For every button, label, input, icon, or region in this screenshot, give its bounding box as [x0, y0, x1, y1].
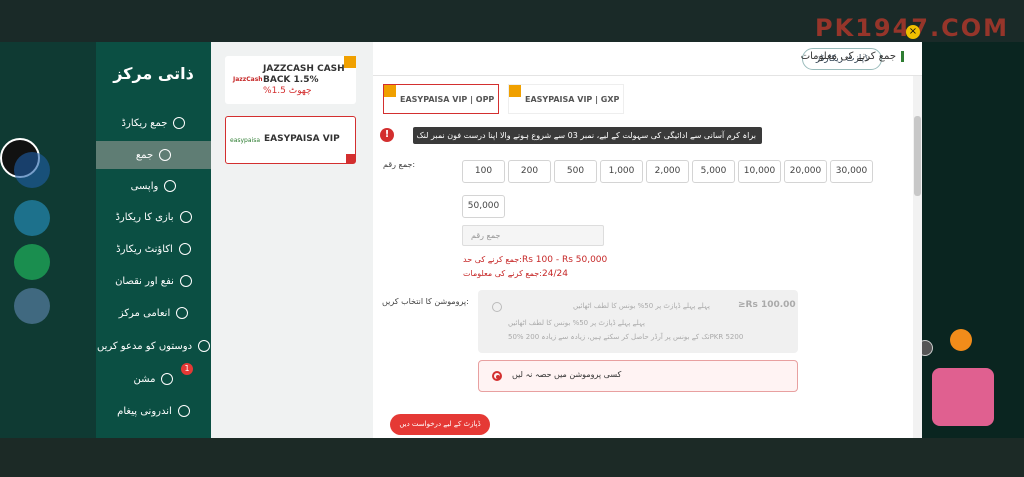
sidebar-item-label: مشن	[133, 373, 156, 385]
gift-box-icon[interactable]	[932, 368, 994, 426]
channel-cashback: %چھوٹ 1.5	[263, 86, 312, 96]
sidebar-item-rewards[interactable]: انعامی مرکز	[96, 299, 211, 327]
limit-label: جمع کرنے کی حد:	[463, 255, 522, 264]
support-icon[interactable]	[14, 288, 50, 324]
personal-center-modal: ذاتی مرکز جمع ریکارڈ جمع واپسی بازی کا ر…	[96, 42, 922, 438]
promo-option-none[interactable]: کسی پروموشن میں حصہ نہ لیں	[478, 360, 798, 392]
limit-value: Rs 100 - Rs 50,000	[522, 255, 608, 265]
channel-list: JazzCash JAZZCASH CASH BACK 1.5% %چھوٹ 1…	[211, 42, 373, 438]
deposit-icon	[159, 149, 172, 161]
easypaisa-logo: easypaisa	[230, 137, 260, 144]
bottom-backdrop	[0, 438, 1024, 477]
submit-deposit-button[interactable]: ڈپازٹ کے لیے درخواست دیں	[390, 414, 490, 435]
panel-header: ڈپازٹ ریکارڈز جمع کرنے کی معلومات	[373, 42, 922, 76]
sidebar-item-account-records[interactable]: اکاؤنٹ ریکارڈ	[96, 235, 211, 263]
sidebar-item-deposit[interactable]: جمع	[96, 141, 211, 169]
hot-icon	[509, 85, 521, 97]
channel-jazzcash[interactable]: JazzCash JAZZCASH CASH BACK 1.5% %چھوٹ 1…	[225, 56, 356, 104]
amount-option[interactable]: 1,000	[600, 160, 643, 183]
sidebar-item-label: انعامی مرکز	[118, 307, 171, 319]
tab-label: EASYPAISA VIP | GXP	[525, 95, 620, 104]
channel-name: JAZZCASH CASH BACK 1.5% %چھوٹ 1.5	[263, 64, 353, 97]
sidebar-item-mission[interactable]: مشن	[96, 365, 211, 393]
tab-opp[interactable]: EASYPAISA VIP | OPP	[383, 84, 499, 114]
hot-icon	[344, 56, 356, 68]
info-value: 24/24	[542, 269, 568, 279]
sidebar-item-label: دوستوں کو مدعو کریں	[96, 340, 193, 352]
sidebar-item-label: اکاؤنٹ ریکارڈ	[116, 243, 173, 255]
scrollbar-thumb[interactable]	[914, 116, 921, 196]
whatsapp-icon[interactable]	[14, 244, 50, 280]
sidebar-item-deposit-records[interactable]: جمع ریکارڈ	[96, 109, 211, 137]
sidebar-item-label: نفع اور نقصان	[115, 275, 174, 287]
amount-input[interactable]: جمع رقم	[462, 225, 604, 246]
page-title: جمع کرنے کی معلومات	[801, 51, 904, 62]
promo-none-label: کسی پروموشن میں حصہ نہ لیں	[512, 370, 622, 379]
scrollbar[interactable]	[913, 76, 922, 438]
close-icon[interactable]: ×	[906, 25, 920, 39]
promo-label: پروموشن کا انتخاب کریں:	[382, 297, 469, 306]
warning-icon: !	[380, 128, 394, 142]
sidebar-item-label: جمع	[135, 149, 154, 161]
sidebar-item-label: اندرونی پیغام	[117, 405, 172, 417]
promo-line: پہلے پہلے ڈپازٹ پر 50% بونس کا لطف اٹھائ…	[573, 302, 710, 310]
amount-option[interactable]: 10,000	[738, 160, 781, 183]
list-icon	[178, 243, 191, 255]
sidebar-item-label: واپسی	[130, 180, 159, 192]
amount-option[interactable]: 50,000	[462, 195, 505, 218]
deposit-panel: ڈپازٹ ریکارڈز جمع کرنے کی معلومات EASYPA…	[373, 42, 922, 438]
selected-check-icon	[346, 154, 355, 163]
sidebar-item-game-records[interactable]: بازی کا ریکارڈ	[96, 203, 211, 231]
channel-name-text: JAZZCASH CASH BACK 1.5%	[263, 64, 345, 85]
amount-option[interactable]: 20,000	[784, 160, 827, 183]
facebook-icon[interactable]	[14, 152, 50, 188]
sidebar: ذاتی مرکز جمع ریکارڈ جمع واپسی بازی کا ر…	[96, 42, 211, 438]
promo-radio-selected[interactable]	[492, 371, 502, 381]
promo-line: پہلے پہلے ڈپازٹ پر 50% بونس کا لطف اٹھائ…	[508, 319, 645, 327]
hot-icon	[384, 85, 396, 97]
mission-badge: 1	[181, 363, 193, 375]
amount-option[interactable]: 100	[462, 160, 505, 183]
chart-icon	[179, 275, 192, 287]
sidebar-item-invite-friends[interactable]: دوستوں کو مدعو کریں	[96, 332, 211, 360]
amount-option[interactable]: 200	[508, 160, 551, 183]
sidebar-title: ذاتی مرکز	[113, 64, 194, 83]
gift-icon	[176, 307, 189, 319]
clipboard-icon	[179, 211, 192, 223]
amount-label: جمع رقم:	[383, 160, 416, 169]
receipt-icon	[173, 117, 186, 129]
info-label: جمع کرنے کی معلومات:	[463, 269, 542, 278]
sidebar-item-profit-loss[interactable]: نفع اور نقصان	[96, 267, 211, 295]
sidebar-item-withdraw[interactable]: واپسی	[96, 172, 211, 200]
add-user-icon	[198, 340, 211, 352]
mission-icon	[161, 373, 174, 385]
sidebar-item-label: بازی کا ریکارڈ	[115, 211, 174, 223]
promo-amount: ≥Rs 100.00	[738, 300, 796, 310]
channel-easypaisa[interactable]: easypaisa EASYPAISA VIP	[225, 116, 356, 164]
amount-option[interactable]: 5,000	[692, 160, 735, 183]
promo-option-first-deposit[interactable]: ≥Rs 100.00 پہلے پہلے ڈپازٹ پر 50% بونس ک…	[478, 290, 798, 353]
tab-label: EASYPAISA VIP | OPP	[400, 95, 495, 104]
phone-warning-tooltip: براہ کرم آسانی سے ادائیگی کی سہولت کے لی…	[413, 127, 762, 157]
amount-option[interactable]: 2,000	[646, 160, 689, 183]
withdraw-icon	[164, 180, 177, 192]
sidebar-item-label: جمع ریکارڈ	[121, 117, 168, 129]
promo-radio[interactable]	[492, 302, 502, 312]
promo-line: 50% تک کے بونس پر آرڈر حاصل کر سکتے ہیں،…	[508, 333, 744, 341]
at-icon	[177, 405, 190, 417]
scroll-up-icon[interactable]	[950, 329, 972, 351]
channel-name: EASYPAISA VIP	[264, 134, 340, 144]
amount-option[interactable]: 500	[554, 160, 597, 183]
amount-option[interactable]: 30,000	[830, 160, 873, 183]
sidebar-item-inbox[interactable]: اندرونی پیغام	[96, 397, 211, 425]
tab-gxp[interactable]: EASYPAISA VIP | GXP	[508, 84, 624, 114]
jazzcash-logo: JazzCash	[233, 76, 263, 83]
telegram-icon[interactable]	[14, 200, 50, 236]
